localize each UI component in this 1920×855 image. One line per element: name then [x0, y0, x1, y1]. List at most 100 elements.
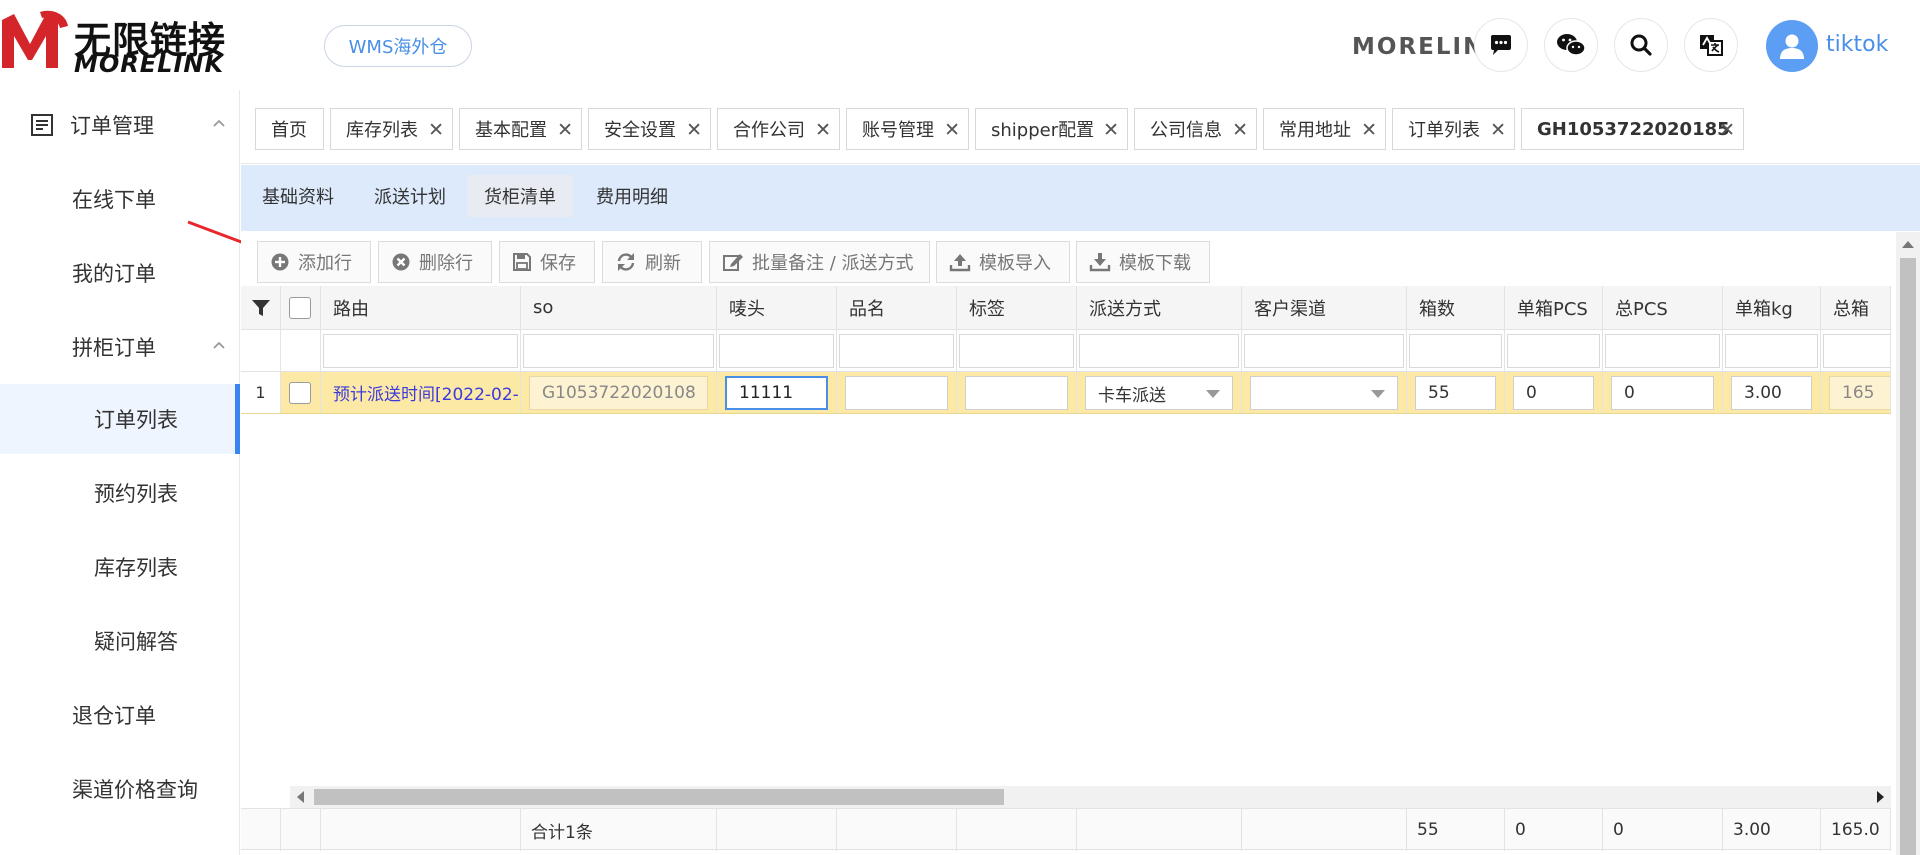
column-header-kg-per-box[interactable]: 单箱kg — [1723, 286, 1821, 329]
subtab-delivery-plan[interactable]: 派送计划 — [363, 175, 457, 217]
template-download-button[interactable]: 模板下载 — [1076, 241, 1210, 283]
select-all-checkbox[interactable] — [289, 296, 311, 319]
filter-toggle[interactable] — [241, 286, 281, 329]
kg-per-box-input[interactable]: 3.00 — [1731, 376, 1812, 410]
filter-input-channel[interactable] — [1244, 334, 1404, 368]
tag-input[interactable] — [965, 376, 1068, 410]
column-header-mark[interactable]: 唛头 — [717, 286, 837, 329]
filter-input-kg-per-box[interactable] — [1725, 334, 1818, 368]
refresh-button[interactable]: 刷新 — [602, 241, 702, 283]
product-input[interactable] — [845, 376, 948, 410]
scroll-up-arrow-icon[interactable] — [1902, 240, 1914, 250]
sidebar-item-label: 拼柜订单 — [72, 336, 156, 360]
save-button[interactable]: 保存 — [499, 241, 595, 283]
tab-account-management[interactable]: 账号管理 ✕ — [846, 108, 969, 150]
column-header-product[interactable]: 品名 — [837, 286, 957, 329]
close-icon[interactable]: ✕ — [1490, 119, 1506, 141]
tab-order-detail[interactable]: GH1053722020185 ✕ — [1521, 108, 1744, 150]
horizontal-scroll-thumb[interactable] — [314, 789, 1004, 805]
column-header-pcs-per-box[interactable]: 单箱PCS — [1505, 286, 1603, 329]
filter-input-tag[interactable] — [959, 334, 1074, 368]
sidebar-item-inventory-list[interactable]: 库存列表 — [0, 532, 240, 602]
column-header-route[interactable]: 路由 — [321, 286, 521, 329]
filter-input-route[interactable] — [323, 334, 518, 368]
wechat-button[interactable] — [1544, 18, 1598, 72]
mark-input[interactable]: 11111 — [725, 376, 828, 410]
tab-partner-companies[interactable]: 合作公司 ✕ — [717, 108, 840, 150]
delete-row-button[interactable]: 删除行 — [378, 241, 492, 283]
column-header-boxes[interactable]: 箱数 — [1407, 286, 1505, 329]
filter-input-boxes[interactable] — [1409, 334, 1502, 368]
subtab-container-list[interactable]: 货柜清单 — [467, 175, 573, 217]
wms-warehouse-button[interactable]: WMS海外仓 — [324, 25, 472, 67]
sidebar-item-order-list[interactable]: 订单列表 — [0, 384, 240, 454]
translate-button[interactable] — [1684, 18, 1738, 72]
close-icon[interactable]: ✕ — [1232, 119, 1248, 141]
filter-input-total-pcs[interactable] — [1605, 334, 1720, 368]
filter-input-product[interactable] — [839, 334, 954, 368]
sidebar-item-faq[interactable]: 疑问解答 — [0, 606, 240, 676]
scroll-right-arrow-icon[interactable] — [1875, 791, 1885, 803]
close-icon[interactable]: ✕ — [1719, 119, 1735, 141]
close-icon[interactable]: ✕ — [815, 119, 831, 141]
close-icon[interactable]: ✕ — [686, 119, 702, 141]
close-icon[interactable]: ✕ — [1103, 119, 1119, 141]
column-header-delivery[interactable]: 派送方式 — [1077, 286, 1242, 329]
filter-spacer — [241, 330, 281, 371]
cell-tag — [957, 372, 1077, 413]
tab-common-addresses[interactable]: 常用地址 ✕ — [1263, 108, 1386, 150]
add-row-button[interactable]: 添加行 — [257, 241, 371, 283]
filter-input-delivery[interactable] — [1079, 334, 1239, 368]
save-icon — [513, 253, 531, 271]
tab-shipper-config[interactable]: shipper配置 ✕ — [975, 108, 1128, 150]
message-button[interactable] — [1474, 18, 1528, 72]
filter-input-pcs-per-box[interactable] — [1507, 334, 1600, 368]
sidebar-item-return-orders[interactable]: 退仓订单 — [0, 680, 240, 750]
sidebar-item-order-management[interactable]: 订单管理 — [0, 90, 240, 160]
sidebar-item-label: 我的订单 — [72, 262, 156, 286]
close-icon[interactable]: ✕ — [944, 119, 960, 141]
filter-input-mark[interactable] — [719, 334, 834, 368]
column-header-total-pcs[interactable]: 总PCS — [1603, 286, 1723, 329]
close-icon[interactable]: ✕ — [428, 119, 444, 141]
subtab-basic-info[interactable]: 基础资料 — [251, 175, 345, 217]
cell-route[interactable]: 预计派送时间[2022-02-2 — [321, 372, 521, 413]
company-logo[interactable]: 无限链接 MORELINK — [0, 2, 240, 82]
template-import-button[interactable]: 模板导入 — [936, 241, 1070, 283]
tab-basic-config[interactable]: 基本配置 ✕ — [459, 108, 582, 150]
horizontal-scrollbar[interactable] — [290, 786, 1891, 808]
column-header-channel[interactable]: 客户渠道 — [1242, 286, 1407, 329]
sidebar-item-consolidation-orders[interactable]: 拼柜订单 — [0, 312, 240, 382]
column-header-tag[interactable]: 标签 — [957, 286, 1077, 329]
row-checkbox[interactable] — [289, 381, 311, 404]
avatar[interactable] — [1766, 20, 1818, 72]
vertical-scroll-thumb[interactable] — [1900, 258, 1916, 855]
route-link[interactable]: 预计派送时间[2022-02-2 — [321, 380, 520, 405]
sidebar-item-reservation-list[interactable]: 预约列表 — [0, 458, 240, 528]
tab-order-list[interactable]: 订单列表 ✕ — [1392, 108, 1515, 150]
tab-company-info[interactable]: 公司信息 ✕ — [1134, 108, 1257, 150]
close-icon[interactable]: ✕ — [557, 119, 573, 141]
batch-note-delivery-button[interactable]: 批量备注 / 派送方式 — [709, 241, 930, 283]
boxes-input[interactable]: 55 — [1415, 376, 1496, 410]
channel-select[interactable] — [1250, 376, 1398, 410]
column-header-so[interactable]: so — [521, 286, 717, 329]
delivery-select[interactable]: 卡车派送 — [1085, 376, 1233, 410]
pcs-per-box-input[interactable]: 0 — [1513, 376, 1594, 410]
column-header-total-kg[interactable]: 总箱 — [1821, 286, 1891, 329]
vertical-scrollbar[interactable] — [1896, 232, 1920, 855]
filter-input-so[interactable] — [523, 334, 714, 368]
username[interactable]: tiktok — [1826, 32, 1888, 57]
tab-security-settings[interactable]: 安全设置 ✕ — [588, 108, 711, 150]
summary-total-kg: 165.0 — [1821, 809, 1891, 851]
search-button[interactable] — [1614, 18, 1668, 72]
scroll-left-arrow-icon[interactable] — [296, 791, 306, 803]
total-pcs-input[interactable]: 0 — [1611, 376, 1714, 410]
filter-input-total-kg[interactable] — [1823, 334, 1890, 368]
tab-inventory-list[interactable]: 库存列表 ✕ — [330, 108, 453, 150]
subtab-fee-details[interactable]: 费用明细 — [585, 175, 679, 217]
close-icon[interactable]: ✕ — [1361, 119, 1377, 141]
tab-home[interactable]: 首页 — [255, 108, 324, 150]
sidebar-item-channel-price[interactable]: 渠道价格查询 — [0, 754, 240, 824]
table-row[interactable]: 1 预计派送时间[2022-02-2 G1053722020108 11111 — [241, 372, 1891, 414]
